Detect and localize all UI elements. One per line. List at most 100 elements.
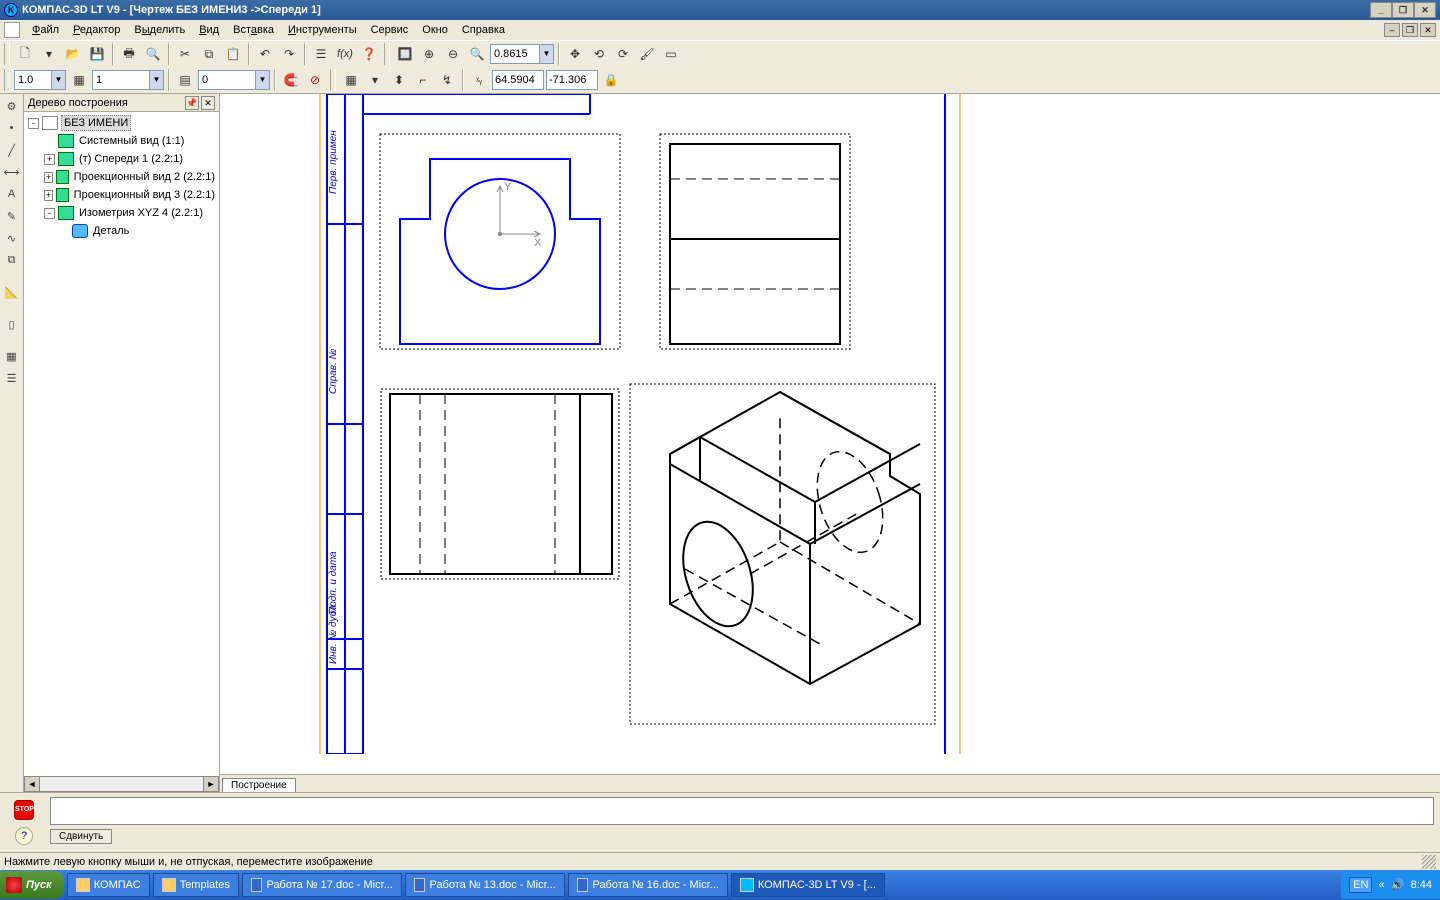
hatch-button[interactable]: ▤ bbox=[174, 69, 196, 91]
measure-tool-icon[interactable]: 📐 bbox=[2, 282, 22, 302]
chevron-down-icon[interactable]: ▼ bbox=[539, 45, 553, 63]
edit-tool-icon[interactable]: ✎ bbox=[2, 206, 22, 226]
taskbar-item[interactable]: КОМПАС bbox=[67, 873, 150, 897]
hatch-combo[interactable]: 0 ▼ bbox=[198, 70, 270, 90]
tree-close-button[interactable]: ✕ bbox=[201, 96, 215, 110]
coord-x-input[interactable] bbox=[492, 70, 544, 90]
close-button[interactable]: ✕ bbox=[1414, 2, 1436, 18]
scroll-left-icon[interactable]: ◄ bbox=[24, 776, 40, 792]
zoom-prev-button[interactable]: ⟲ bbox=[588, 43, 610, 65]
expand-icon[interactable]: - bbox=[44, 208, 55, 219]
drawing-canvas[interactable]: Перв. примен Справ. № Подп. и дата Инв. … bbox=[220, 94, 1440, 774]
toolbar-grip[interactable] bbox=[384, 43, 390, 65]
command-input[interactable] bbox=[50, 797, 1434, 825]
mdi-minimize-button[interactable]: – bbox=[1384, 23, 1400, 37]
zoom-in-button[interactable]: ⊕ bbox=[418, 43, 440, 65]
redraw-button[interactable]: 🖌 bbox=[636, 43, 658, 65]
menu-view[interactable]: Вид bbox=[193, 22, 225, 38]
tree-item[interactable]: Системный вид (1:1) bbox=[26, 132, 217, 150]
toolbar-grip[interactable] bbox=[330, 69, 336, 91]
tab-build[interactable]: Построение bbox=[222, 778, 296, 792]
snap-magnet-button[interactable]: 🧲 bbox=[280, 69, 302, 91]
zoom-fit-button[interactable]: 🔲 bbox=[394, 43, 416, 65]
coord-y-input[interactable] bbox=[546, 70, 598, 90]
tray-icon[interactable]: 🔊 bbox=[1391, 878, 1405, 892]
open-button[interactable]: 📂 bbox=[62, 43, 84, 65]
bom-tool-icon[interactable]: ☰ bbox=[2, 368, 22, 388]
paste-button[interactable]: 📋 bbox=[222, 43, 244, 65]
snap-off-button[interactable]: ⊘ bbox=[304, 69, 326, 91]
params-tool-icon[interactable]: ⧉ bbox=[2, 250, 22, 270]
menu-insert[interactable]: Вставка bbox=[227, 22, 280, 38]
copy-button[interactable]: ⧉ bbox=[198, 43, 220, 65]
tray-expand-icon[interactable]: « bbox=[1378, 879, 1384, 891]
coord-lock-button[interactable]: 🔒 bbox=[600, 69, 622, 91]
minimize-button[interactable]: _ bbox=[1370, 2, 1392, 18]
resize-grip-icon[interactable] bbox=[1422, 855, 1436, 869]
zoom-next-button[interactable]: ⟳ bbox=[612, 43, 634, 65]
tree-item[interactable]: + (т) Спереди 1 (2.2:1) bbox=[26, 150, 217, 168]
zoom-out-button[interactable]: ⊖ bbox=[442, 43, 464, 65]
chevron-down-icon[interactable]: ▼ bbox=[149, 71, 163, 89]
taskbar-item[interactable]: Templates bbox=[153, 873, 239, 897]
taskbar-item[interactable]: Работа № 16.doc - Micr... bbox=[568, 873, 728, 897]
preview-button[interactable]: 🔍 bbox=[142, 43, 164, 65]
tree-button[interactable]: ☰ bbox=[310, 43, 332, 65]
expand-icon[interactable]: + bbox=[44, 172, 53, 183]
taskbar-item[interactable]: Работа № 13.doc - Micr... bbox=[405, 873, 565, 897]
expand-icon[interactable]: - bbox=[28, 118, 39, 129]
save-button[interactable]: 💾 bbox=[86, 43, 108, 65]
layer-combo[interactable]: 1 ▼ bbox=[92, 70, 164, 90]
command-tab-move[interactable]: Сдвинуть bbox=[50, 829, 112, 844]
help-cursor-button[interactable]: ❓ bbox=[358, 43, 380, 65]
tree-h-scrollbar[interactable]: ◄ ► bbox=[24, 776, 219, 792]
clock[interactable]: 8:44 bbox=[1411, 879, 1432, 891]
toolbar-grip[interactable] bbox=[4, 43, 10, 65]
taskbar-item-active[interactable]: КОМПАС-3D LT V9 - [... bbox=[731, 873, 885, 897]
line-tool-icon[interactable]: ╱ bbox=[2, 140, 22, 160]
new-dropdown-icon[interactable]: ▾ bbox=[38, 43, 60, 65]
views-tool-icon[interactable]: ▦ bbox=[2, 346, 22, 366]
point-tool-icon[interactable]: • bbox=[2, 118, 22, 138]
help-button[interactable]: ? bbox=[15, 827, 33, 845]
scroll-right-icon[interactable]: ► bbox=[203, 776, 219, 792]
language-indicator[interactable]: EN bbox=[1349, 877, 1372, 893]
model-tree[interactable]: - БЕЗ ИМЕНИ Системный вид (1:1) + (т) Сп… bbox=[24, 112, 219, 776]
expand-icon[interactable]: + bbox=[44, 190, 53, 201]
layer-button[interactable]: ▦ bbox=[68, 69, 90, 91]
snap-toggle-button[interactable]: ↯ bbox=[436, 69, 458, 91]
menu-window[interactable]: Окно bbox=[416, 22, 454, 38]
cut-button[interactable]: ✂ bbox=[174, 43, 196, 65]
select-tool-icon[interactable]: ▯ bbox=[2, 314, 22, 334]
local-cs-button[interactable]: ⌐ bbox=[412, 69, 434, 91]
menu-edit[interactable]: Редактор bbox=[67, 22, 126, 38]
tree-item[interactable]: - Изометрия XYZ 4 (2.2:1) bbox=[26, 204, 217, 222]
grid-dropdown-icon[interactable]: ▾ bbox=[364, 69, 386, 91]
zoom-window-button[interactable]: 🔍 bbox=[466, 43, 488, 65]
zoom-combo[interactable]: 0.8615 ▼ bbox=[490, 44, 554, 64]
chevron-down-icon[interactable]: ▼ bbox=[255, 71, 269, 89]
menu-service[interactable]: Сервис bbox=[365, 22, 415, 38]
chevron-down-icon[interactable]: ▼ bbox=[51, 71, 65, 89]
menu-help[interactable]: Справка bbox=[456, 22, 511, 38]
ortho-button[interactable]: ⬍ bbox=[388, 69, 410, 91]
text-tool-icon[interactable]: A bbox=[2, 184, 22, 204]
maximize-button[interactable]: ❐ bbox=[1392, 2, 1414, 18]
mdi-close-button[interactable]: ✕ bbox=[1420, 23, 1436, 37]
grid-button[interactable]: ▦ bbox=[340, 69, 362, 91]
print-button[interactable]: 🖶 bbox=[118, 43, 140, 65]
dimension-tool-icon[interactable]: ⟷ bbox=[2, 162, 22, 182]
variables-button[interactable]: f(x) bbox=[334, 43, 356, 65]
toolbar-grip[interactable] bbox=[4, 69, 10, 91]
mdi-restore-button[interactable]: ❐ bbox=[1402, 23, 1418, 37]
display-button[interactable]: ▭ bbox=[660, 43, 682, 65]
tree-part[interactable]: Деталь bbox=[26, 222, 217, 240]
menu-file[interactable]: Файл bbox=[26, 22, 65, 38]
tree-root[interactable]: - БЕЗ ИМЕНИ bbox=[26, 114, 217, 132]
taskbar-item[interactable]: Работа № 17.doc - Micr... bbox=[242, 873, 402, 897]
spline-tool-icon[interactable]: ∿ bbox=[2, 228, 22, 248]
start-button[interactable]: Пуск bbox=[0, 871, 64, 899]
tree-item[interactable]: + Проекционный вид 2 (2.2:1) bbox=[26, 168, 217, 186]
menu-select[interactable]: Выделить bbox=[128, 22, 191, 38]
geometry-tool-icon[interactable]: ⚙ bbox=[2, 96, 22, 116]
